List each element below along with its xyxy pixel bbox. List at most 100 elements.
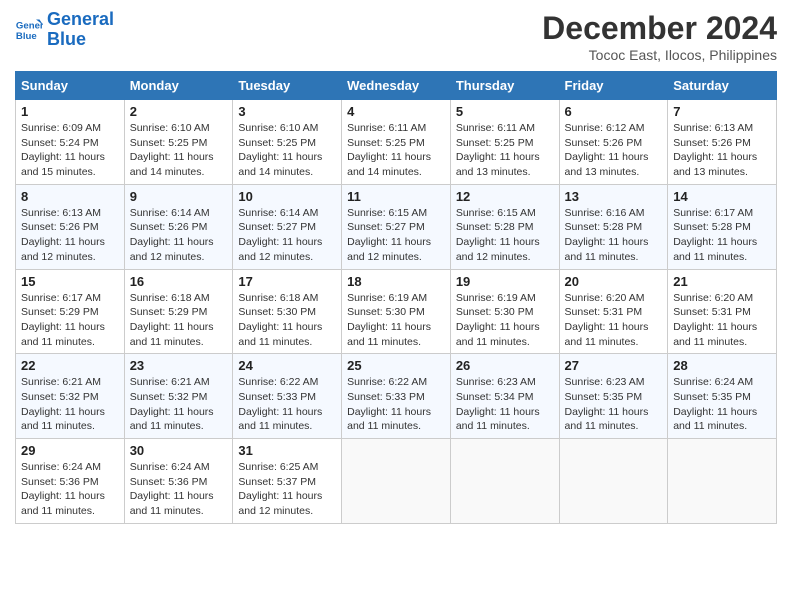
day-cell: 2Sunrise: 6:10 AMSunset: 5:25 PMDaylight… xyxy=(124,100,233,185)
day-cell: 27 Sunrise: 6:23 AMSunset: 5:35 PMDayligh… xyxy=(559,354,668,439)
day-info: Sunrise: 6:18 AMSunset: 5:30 PMDaylight:… xyxy=(238,291,336,350)
month-title: December 2024 xyxy=(542,10,777,47)
day-info: Sunrise: 6:21 AMSunset: 5:32 PMDaylight:… xyxy=(21,375,119,434)
day-info: Sunrise: 6:12 AMSunset: 5:26 PMDaylight:… xyxy=(565,121,663,180)
logo-text: General Blue xyxy=(47,10,114,50)
day-number: 27 xyxy=(565,358,663,373)
day-number: 21 xyxy=(673,274,771,289)
day-cell: 14 Sunrise: 6:17 AMSunset: 5:28 PMDayligh… xyxy=(668,184,777,269)
day-info: Sunrise: 6:15 AMSunset: 5:28 PMDaylight:… xyxy=(456,206,554,265)
day-cell: 17 Sunrise: 6:18 AMSunset: 5:30 PMDayligh… xyxy=(233,269,342,354)
day-cell: 18 Sunrise: 6:19 AMSunset: 5:30 PMDayligh… xyxy=(342,269,451,354)
day-number: 10 xyxy=(238,189,336,204)
day-number: 15 xyxy=(21,274,119,289)
weekday-wednesday: Wednesday xyxy=(342,72,451,100)
day-info: Sunrise: 6:21 AMSunset: 5:32 PMDaylight:… xyxy=(130,375,228,434)
logo: General Blue General Blue xyxy=(15,10,114,50)
day-number: 2 xyxy=(130,104,228,119)
day-number: 30 xyxy=(130,443,228,458)
day-number: 3 xyxy=(238,104,336,119)
week-row-2: 8 Sunrise: 6:13 AMSunset: 5:26 PMDaylight… xyxy=(16,184,777,269)
day-cell: 29 Sunrise: 6:24 AMSunset: 5:36 PMDayligh… xyxy=(16,439,125,524)
day-cell: 7 Sunrise: 6:13 AMSunset: 5:26 PMDaylight… xyxy=(668,100,777,185)
day-number: 6 xyxy=(565,104,663,119)
day-info: Sunrise: 6:17 AMSunset: 5:28 PMDaylight:… xyxy=(673,206,771,265)
day-cell xyxy=(450,439,559,524)
day-number: 22 xyxy=(21,358,119,373)
day-cell: 31Sunrise: 6:25 AMSunset: 5:37 PMDayligh… xyxy=(233,439,342,524)
weekday-sunday: Sunday xyxy=(16,72,125,100)
day-number: 24 xyxy=(238,358,336,373)
day-number: 9 xyxy=(130,189,228,204)
day-cell: 6 Sunrise: 6:12 AMSunset: 5:26 PMDaylight… xyxy=(559,100,668,185)
day-info: Sunrise: 6:17 AMSunset: 5:29 PMDaylight:… xyxy=(21,291,119,350)
day-info: Sunrise: 6:23 AMSunset: 5:34 PMDaylight:… xyxy=(456,375,554,434)
day-info: Sunrise: 6:22 AMSunset: 5:33 PMDaylight:… xyxy=(238,375,336,434)
day-number: 31 xyxy=(238,443,336,458)
day-number: 28 xyxy=(673,358,771,373)
location-title: Tococ East, Ilocos, Philippines xyxy=(542,47,777,63)
day-number: 29 xyxy=(21,443,119,458)
day-info: Sunrise: 6:14 AMSunset: 5:26 PMDaylight:… xyxy=(130,206,228,265)
day-number: 11 xyxy=(347,189,445,204)
day-cell: 28 Sunrise: 6:24 AMSunset: 5:35 PMDayligh… xyxy=(668,354,777,439)
day-number: 8 xyxy=(21,189,119,204)
day-number: 14 xyxy=(673,189,771,204)
day-number: 16 xyxy=(130,274,228,289)
day-cell: 22 Sunrise: 6:21 AMSunset: 5:32 PMDayligh… xyxy=(16,354,125,439)
day-cell xyxy=(342,439,451,524)
weekday-tuesday: Tuesday xyxy=(233,72,342,100)
day-info: Sunrise: 6:24 AMSunset: 5:36 PMDaylight:… xyxy=(130,460,228,519)
day-number: 20 xyxy=(565,274,663,289)
day-cell xyxy=(668,439,777,524)
day-cell: 15 Sunrise: 6:17 AMSunset: 5:29 PMDayligh… xyxy=(16,269,125,354)
day-info: Sunrise: 6:13 AMSunset: 5:26 PMDaylight:… xyxy=(673,121,771,180)
day-cell xyxy=(559,439,668,524)
day-number: 18 xyxy=(347,274,445,289)
day-cell: 23 Sunrise: 6:21 AMSunset: 5:32 PMDayligh… xyxy=(124,354,233,439)
day-cell: 21Sunrise: 6:20 AMSunset: 5:31 PMDayligh… xyxy=(668,269,777,354)
day-cell: 10Sunrise: 6:14 AMSunset: 5:27 PMDayligh… xyxy=(233,184,342,269)
day-info: Sunrise: 6:16 AMSunset: 5:28 PMDaylight:… xyxy=(565,206,663,265)
day-cell: 12Sunrise: 6:15 AMSunset: 5:28 PMDayligh… xyxy=(450,184,559,269)
weekday-monday: Monday xyxy=(124,72,233,100)
day-info: Sunrise: 6:24 AMSunset: 5:35 PMDaylight:… xyxy=(673,375,771,434)
day-info: Sunrise: 6:22 AMSunset: 5:33 PMDaylight:… xyxy=(347,375,445,434)
day-cell: 4 Sunrise: 6:11 AMSunset: 5:25 PMDaylight… xyxy=(342,100,451,185)
day-cell: 3 Sunrise: 6:10 AMSunset: 5:25 PMDaylight… xyxy=(233,100,342,185)
day-info: Sunrise: 6:23 AMSunset: 5:35 PMDaylight:… xyxy=(565,375,663,434)
week-row-1: 1Sunrise: 6:09 AMSunset: 5:24 PMDaylight… xyxy=(16,100,777,185)
day-cell: 5Sunrise: 6:11 AMSunset: 5:25 PMDaylight… xyxy=(450,100,559,185)
logo-icon: General Blue xyxy=(15,16,43,44)
weekday-saturday: Saturday xyxy=(668,72,777,100)
header: General Blue General Blue December 2024 … xyxy=(15,10,777,63)
week-row-3: 15 Sunrise: 6:17 AMSunset: 5:29 PMDayligh… xyxy=(16,269,777,354)
day-number: 19 xyxy=(456,274,554,289)
weekday-thursday: Thursday xyxy=(450,72,559,100)
day-number: 23 xyxy=(130,358,228,373)
svg-text:Blue: Blue xyxy=(16,31,37,42)
day-cell: 26 Sunrise: 6:23 AMSunset: 5:34 PMDayligh… xyxy=(450,354,559,439)
day-cell: 8 Sunrise: 6:13 AMSunset: 5:26 PMDaylight… xyxy=(16,184,125,269)
day-number: 4 xyxy=(347,104,445,119)
day-number: 7 xyxy=(673,104,771,119)
title-area: December 2024 Tococ East, Ilocos, Philip… xyxy=(542,10,777,63)
weekday-header-row: SundayMondayTuesdayWednesdayThursdayFrid… xyxy=(16,72,777,100)
day-info: Sunrise: 6:24 AMSunset: 5:36 PMDaylight:… xyxy=(21,460,119,519)
day-info: Sunrise: 6:10 AMSunset: 5:25 PMDaylight:… xyxy=(238,121,336,180)
day-info: Sunrise: 6:19 AMSunset: 5:30 PMDaylight:… xyxy=(347,291,445,350)
day-cell: 9 Sunrise: 6:14 AMSunset: 5:26 PMDaylight… xyxy=(124,184,233,269)
day-info: Sunrise: 6:15 AMSunset: 5:27 PMDaylight:… xyxy=(347,206,445,265)
day-info: Sunrise: 6:11 AMSunset: 5:25 PMDaylight:… xyxy=(347,121,445,180)
day-cell: 13Sunrise: 6:16 AMSunset: 5:28 PMDayligh… xyxy=(559,184,668,269)
logo-line2: Blue xyxy=(47,29,86,49)
day-number: 17 xyxy=(238,274,336,289)
day-cell: 19Sunrise: 6:19 AMSunset: 5:30 PMDayligh… xyxy=(450,269,559,354)
day-cell: 25 Sunrise: 6:22 AMSunset: 5:33 PMDayligh… xyxy=(342,354,451,439)
day-info: Sunrise: 6:20 AMSunset: 5:31 PMDaylight:… xyxy=(565,291,663,350)
day-info: Sunrise: 6:13 AMSunset: 5:26 PMDaylight:… xyxy=(21,206,119,265)
week-row-4: 22 Sunrise: 6:21 AMSunset: 5:32 PMDayligh… xyxy=(16,354,777,439)
day-number: 25 xyxy=(347,358,445,373)
week-row-5: 29 Sunrise: 6:24 AMSunset: 5:36 PMDayligh… xyxy=(16,439,777,524)
day-number: 26 xyxy=(456,358,554,373)
